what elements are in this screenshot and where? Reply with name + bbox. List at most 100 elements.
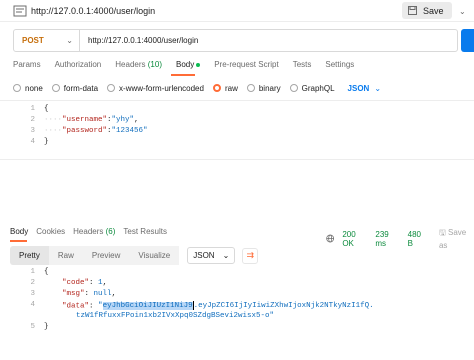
save-button[interactable]: Save xyxy=(402,2,452,19)
save-icon xyxy=(408,6,417,15)
tab-pre-request-script[interactable]: Pre-request Script xyxy=(214,60,278,74)
body-type-selector: none form-data x-www-form-urlencoded raw… xyxy=(13,82,381,94)
tab-authorization[interactable]: Authorization xyxy=(55,60,102,74)
tab-response-headers-label: Headers xyxy=(73,227,104,236)
tab-settings[interactable]: Settings xyxy=(325,60,354,74)
line-number: 4 xyxy=(30,301,35,309)
json-key: "username" xyxy=(62,116,108,124)
radio-urlencoded[interactable]: x-www-form-urlencoded xyxy=(107,84,204,93)
code-line: ····"password":"123456" xyxy=(44,127,148,135)
response-status-bar: 200 OK 239 ms 480 B 🖫 Save as xyxy=(326,227,474,250)
active-tab-underline xyxy=(171,74,195,76)
send-button[interactable] xyxy=(461,29,474,52)
line-number: 3 xyxy=(30,127,35,135)
view-raw[interactable]: Raw xyxy=(48,246,83,265)
code-line: } xyxy=(44,323,49,331)
code-line: } xyxy=(44,138,49,146)
code-line: { xyxy=(44,268,49,276)
radio-form-data-label: form-data xyxy=(63,83,99,93)
request-title: http://127.0.0.1:4000/user/login xyxy=(31,6,156,16)
response-view-toolbar: Pretty Raw Preview Visualize JSON ⌄ ⇉ xyxy=(10,246,259,265)
tab-cookies[interactable]: Cookies xyxy=(36,227,65,239)
view-visualize[interactable]: Visualize xyxy=(129,246,180,265)
body-format-label: JSON xyxy=(347,83,370,93)
radio-graphql[interactable]: GraphQL xyxy=(289,83,335,93)
radio-raw[interactable]: raw xyxy=(212,83,238,93)
code-line-wrapped: tzW1fRfuxxFPoin1xb2IVxXpq0SZdgBSevi2wisx… xyxy=(76,312,275,320)
radio-urlencoded-label: x-www-form-urlencoded xyxy=(119,83,204,93)
chevron-down-icon: ⌄ xyxy=(66,36,73,45)
radio-circle xyxy=(107,84,116,92)
tab-params[interactable]: Params xyxy=(13,60,41,74)
method-select[interactable]: POST ⌄ xyxy=(14,30,80,51)
request-body-editor[interactable]: 1 2 3 4 { ····"username":"yhy", ····"pas… xyxy=(0,100,474,160)
tab-response-headers[interactable]: Headers (6) xyxy=(73,227,115,239)
method-label: POST xyxy=(22,36,44,45)
selected-token-text: eyJhbGciOiJIUzI1NiJ9 xyxy=(102,302,193,311)
radio-none-label: none xyxy=(25,83,43,93)
line-number: 1 xyxy=(30,268,35,276)
radio-circle xyxy=(13,84,21,92)
save-as-label: Save as xyxy=(438,228,467,250)
save-as-button[interactable]: 🖫 Save as xyxy=(439,227,474,250)
radio-form-data[interactable]: form-data xyxy=(51,83,99,93)
line-number: 2 xyxy=(30,116,35,124)
tab-test-results[interactable]: Test Results xyxy=(123,227,167,239)
token-text: .eyJpZCI6IjIyIiwiZXhwIjoxNjk2NTkyNzI1fQ. xyxy=(193,302,374,311)
save-options-chevron-icon[interactable]: ⌄ xyxy=(459,7,466,16)
radio-graphql-label: GraphQL xyxy=(301,83,335,93)
body-format-select[interactable]: JSON ⌄ xyxy=(348,84,382,93)
radio-circle xyxy=(51,84,60,92)
line-number: 1 xyxy=(30,105,35,113)
response-size[interactable]: 480 B xyxy=(408,230,427,248)
response-time[interactable]: 239 ms xyxy=(375,230,399,248)
globe-icon xyxy=(326,234,335,243)
tab-body-label: Body xyxy=(175,60,195,69)
code-line: "msg": null, xyxy=(62,290,117,298)
save-label: Save xyxy=(423,5,444,16)
wrap-lines-icon[interactable]: ⇉ xyxy=(242,247,259,264)
view-preview[interactable]: Preview xyxy=(82,246,130,265)
radio-circle-selected xyxy=(212,84,221,92)
radio-binary-label: binary xyxy=(258,83,281,93)
body-indicator-dot xyxy=(196,62,201,67)
headers-count: (10) xyxy=(147,60,162,69)
json-value: "yhy" xyxy=(111,116,135,124)
tab-body[interactable]: Body xyxy=(175,60,201,74)
json-key: "data" xyxy=(62,302,90,311)
tab-headers[interactable]: Headers (10) xyxy=(115,60,162,74)
line-number: 2 xyxy=(30,279,35,287)
json-key: "password" xyxy=(62,127,108,135)
tab-response-body[interactable]: Body xyxy=(10,227,28,239)
request-tab-bar: http://127.0.0.1:4000/user/login Save ⌄ xyxy=(0,0,474,22)
json-key: "code" xyxy=(62,279,90,287)
response-format-select[interactable]: JSON ⌄ xyxy=(187,247,236,264)
line-number: 4 xyxy=(30,138,35,146)
radio-raw-label: raw xyxy=(224,83,238,93)
code-line: { xyxy=(44,105,49,113)
radio-circle xyxy=(246,84,255,92)
tab-tests[interactable]: Tests xyxy=(293,60,312,74)
radio-binary[interactable]: binary xyxy=(246,83,281,93)
response-format-label: JSON xyxy=(193,251,215,260)
json-value: null xyxy=(93,290,112,298)
json-value: 1 xyxy=(98,279,103,287)
code-line: ····"username":"yhy", xyxy=(44,116,139,124)
http-request-icon xyxy=(13,5,27,17)
status-code[interactable]: 200 OK xyxy=(342,230,367,248)
line-number: 5 xyxy=(30,323,35,331)
radio-circle xyxy=(289,84,298,92)
request-tabs: Params Authorization Headers (10) Body P… xyxy=(13,60,368,74)
chevron-down-icon: ⌄ xyxy=(222,251,230,260)
tab-headers-label: Headers xyxy=(115,60,146,69)
response-tabs: Body Cookies Headers (6) Test Results xyxy=(10,227,175,239)
json-key: "msg" xyxy=(62,290,85,298)
active-response-tab-underline xyxy=(10,240,27,242)
response-headers-count: (6) xyxy=(105,227,116,236)
url-input[interactable]: http://127.0.0.1:4000/user/login xyxy=(80,36,198,45)
view-pretty[interactable]: Pretty xyxy=(10,246,49,265)
radio-none[interactable]: none xyxy=(13,84,43,93)
url-bar: POST ⌄ http://127.0.0.1:4000/user/login xyxy=(13,29,458,52)
code-line: "data": "eyJhbGciOiJIUzI1NiJ9.eyJpZCI6Ij… xyxy=(62,301,374,311)
chevron-down-icon: ⌄ xyxy=(374,83,382,93)
